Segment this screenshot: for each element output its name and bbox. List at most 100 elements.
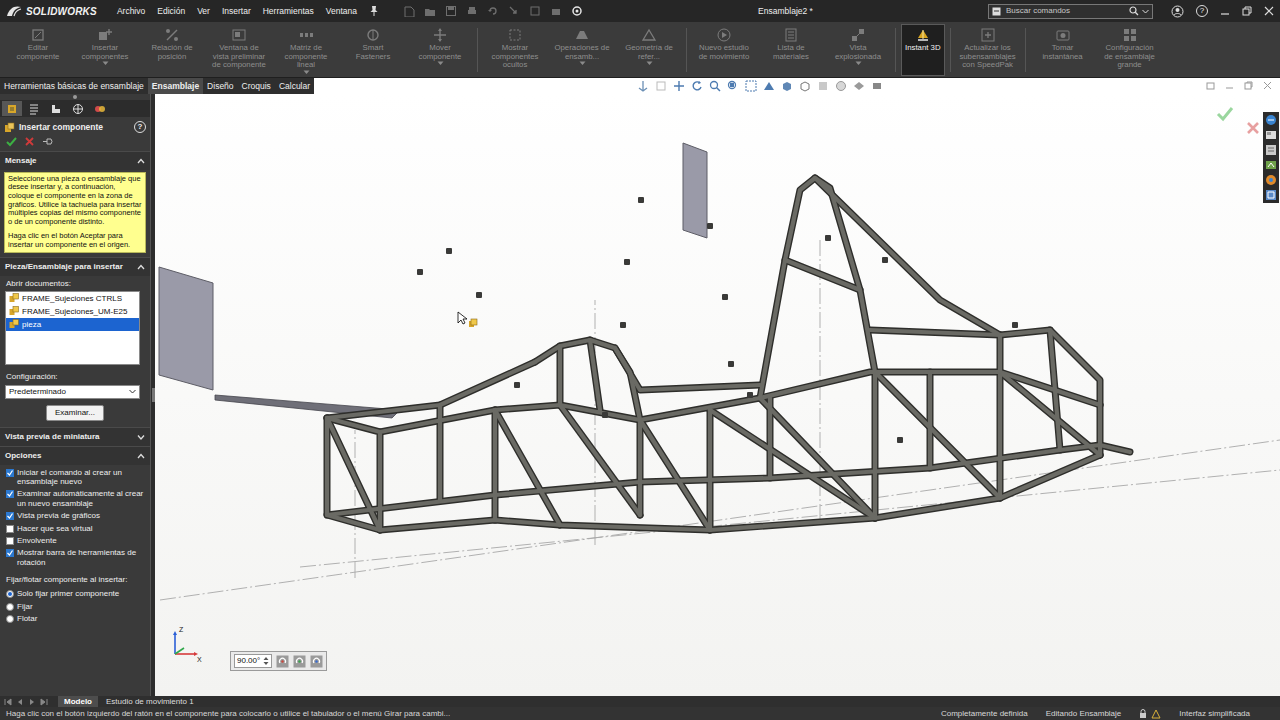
quick-access-button[interactable] xyxy=(403,5,415,17)
view-tool-button[interactable] xyxy=(727,80,739,92)
tab-scroll-button[interactable] xyxy=(28,698,36,706)
view-tool-button[interactable] xyxy=(763,80,775,92)
checkbox[interactable] xyxy=(6,525,14,533)
pin-button[interactable] xyxy=(369,4,379,18)
panel-tab[interactable] xyxy=(46,101,66,116)
help-button[interactable]: ? xyxy=(134,121,146,133)
document-control-button[interactable] xyxy=(1244,81,1253,90)
view-tool-button[interactable] xyxy=(871,80,883,92)
ribbon-button[interactable]: Mostrar componentes ocultos xyxy=(483,24,547,76)
view-tool-button[interactable] xyxy=(817,80,829,92)
view-tool-button[interactable] xyxy=(853,80,865,92)
view-tool-button[interactable] xyxy=(673,80,685,92)
command-tab[interactable]: Diseño xyxy=(203,78,237,94)
menu-item[interactable]: Herramientas xyxy=(263,5,314,18)
rotate-axis-button[interactable] xyxy=(276,655,289,668)
radio-button[interactable] xyxy=(6,603,14,611)
tab-scroll-button[interactable] xyxy=(40,698,48,706)
command-tab[interactable]: Calcular xyxy=(275,78,314,94)
user-button[interactable] xyxy=(1171,5,1184,18)
option-checkbox[interactable]: Hacer que sea virtual xyxy=(6,524,145,533)
rotate-axis-button[interactable] xyxy=(310,655,323,668)
view-tool-button[interactable] xyxy=(637,80,649,92)
document-control-button[interactable] xyxy=(1225,81,1234,90)
quick-access-button[interactable] xyxy=(508,5,520,17)
message-section-header[interactable]: Mensaje xyxy=(0,151,150,170)
quick-access-button[interactable] xyxy=(571,5,583,17)
tab-scroll-button[interactable] xyxy=(4,698,12,706)
task-pane-tab[interactable] xyxy=(1265,174,1277,186)
tab-scroll-button[interactable] xyxy=(16,698,24,706)
panel-tab[interactable] xyxy=(2,101,22,116)
task-pane-tab[interactable] xyxy=(1265,129,1277,141)
ribbon-button[interactable]: Lista de materiales xyxy=(759,24,823,76)
command-tab[interactable]: Ensamblaje xyxy=(148,78,203,94)
quick-access-button[interactable] xyxy=(550,5,562,17)
document-control-button[interactable] xyxy=(1206,81,1215,90)
quick-access-button[interactable] xyxy=(445,5,457,17)
quick-access-button[interactable] xyxy=(466,5,478,17)
ribbon-button[interactable]: Editar componente xyxy=(6,24,70,76)
checkbox[interactable] xyxy=(6,537,14,545)
fix-float-option[interactable]: Flotar xyxy=(6,614,145,623)
help-button[interactable]: ? xyxy=(1196,5,1208,17)
ribbon-button[interactable]: Insertar componentes xyxy=(73,24,137,76)
chassis-frame-model[interactable] xyxy=(155,94,1280,696)
panel-tab[interactable] xyxy=(24,101,44,116)
panel-tab[interactable] xyxy=(68,101,88,116)
bottom-tab[interactable]: Modelo xyxy=(58,696,98,707)
radio-button[interactable] xyxy=(6,590,14,598)
fix-float-option[interactable]: Solo fijar primer componente xyxy=(6,589,145,598)
document-item[interactable]: pieza xyxy=(6,318,139,331)
view-tool-button[interactable] xyxy=(655,80,667,92)
task-pane-tab[interactable] xyxy=(1265,144,1277,156)
browse-button[interactable]: Examinar... xyxy=(46,405,104,421)
option-checkbox[interactable]: Iniciar el comando al crear un ensamblaj… xyxy=(6,468,145,487)
option-checkbox[interactable]: Vista previa de gráficos xyxy=(6,511,145,520)
ribbon-button[interactable]: Actualizar los subensamblajes con SpeedP… xyxy=(956,24,1020,76)
checkbox[interactable] xyxy=(6,512,14,520)
ribbon-button[interactable]: Mover componente xyxy=(408,24,472,76)
rotate-axis-button[interactable] xyxy=(293,655,306,668)
configuration-select[interactable]: Predeterminado xyxy=(5,385,140,399)
checkbox[interactable] xyxy=(6,490,14,498)
minimize-button[interactable] xyxy=(1220,6,1230,16)
ok-button[interactable] xyxy=(6,137,17,147)
ribbon-button[interactable]: Smart Fasteners xyxy=(341,24,405,76)
ribbon-button[interactable]: Operaciones de ensamb... xyxy=(550,24,614,76)
options-section-header[interactable]: Opciones xyxy=(0,446,150,465)
menu-item[interactable]: Insertar xyxy=(222,5,251,18)
search-box[interactable] xyxy=(988,4,1153,19)
menu-item[interactable]: Archivo xyxy=(117,5,145,18)
confirm-cancel-button[interactable] xyxy=(1246,121,1260,135)
confirm-ok-button[interactable] xyxy=(1216,106,1234,122)
view-tool-button[interactable] xyxy=(745,80,757,92)
task-pane-tab[interactable] xyxy=(1265,159,1277,171)
search-input[interactable] xyxy=(1004,5,1126,17)
ribbon-button[interactable]: Instant 3D xyxy=(901,24,945,76)
ribbon-button[interactable]: Relación de posición xyxy=(140,24,204,76)
ribbon-button[interactable]: Geometría de refer... xyxy=(617,24,681,76)
thumbnail-section-header[interactable]: Vista previa de miniatura xyxy=(0,427,150,446)
ribbon-button[interactable]: Ventana de vista preliminar de component… xyxy=(207,24,271,76)
checkbox[interactable] xyxy=(6,549,14,557)
document-control-button[interactable] xyxy=(1263,81,1272,90)
option-checkbox[interactable]: Envolvente xyxy=(6,536,145,545)
keep-visible-button[interactable] xyxy=(42,137,53,146)
ribbon-button[interactable]: Matriz de componente lineal xyxy=(274,24,338,76)
view-tool-button[interactable] xyxy=(691,80,703,92)
ribbon-button[interactable]: Configuración de ensamblaje grande xyxy=(1098,24,1162,76)
quick-access-button[interactable] xyxy=(424,5,436,17)
menu-item[interactable]: Ver xyxy=(197,5,210,18)
document-item[interactable]: FRAME_Sujeciones CTRLS xyxy=(6,292,139,305)
ribbon-button[interactable]: Tomar instantánea xyxy=(1031,24,1095,76)
quick-access-button[interactable] xyxy=(487,5,499,17)
bottom-tab[interactable]: Estudio de movimiento 1 xyxy=(100,696,200,707)
close-button[interactable] xyxy=(1264,6,1274,16)
graphics-area[interactable]: ZX90.00° xyxy=(155,94,1280,696)
rotation-angle-field[interactable]: 90.00° xyxy=(234,654,272,668)
ribbon-button[interactable]: Nuevo estudio de movimiento xyxy=(692,24,756,76)
panel-tab[interactable] xyxy=(90,101,110,116)
command-tab[interactable]: Croquis xyxy=(238,78,275,94)
ribbon-button[interactable]: Vista explosionada xyxy=(826,24,890,76)
